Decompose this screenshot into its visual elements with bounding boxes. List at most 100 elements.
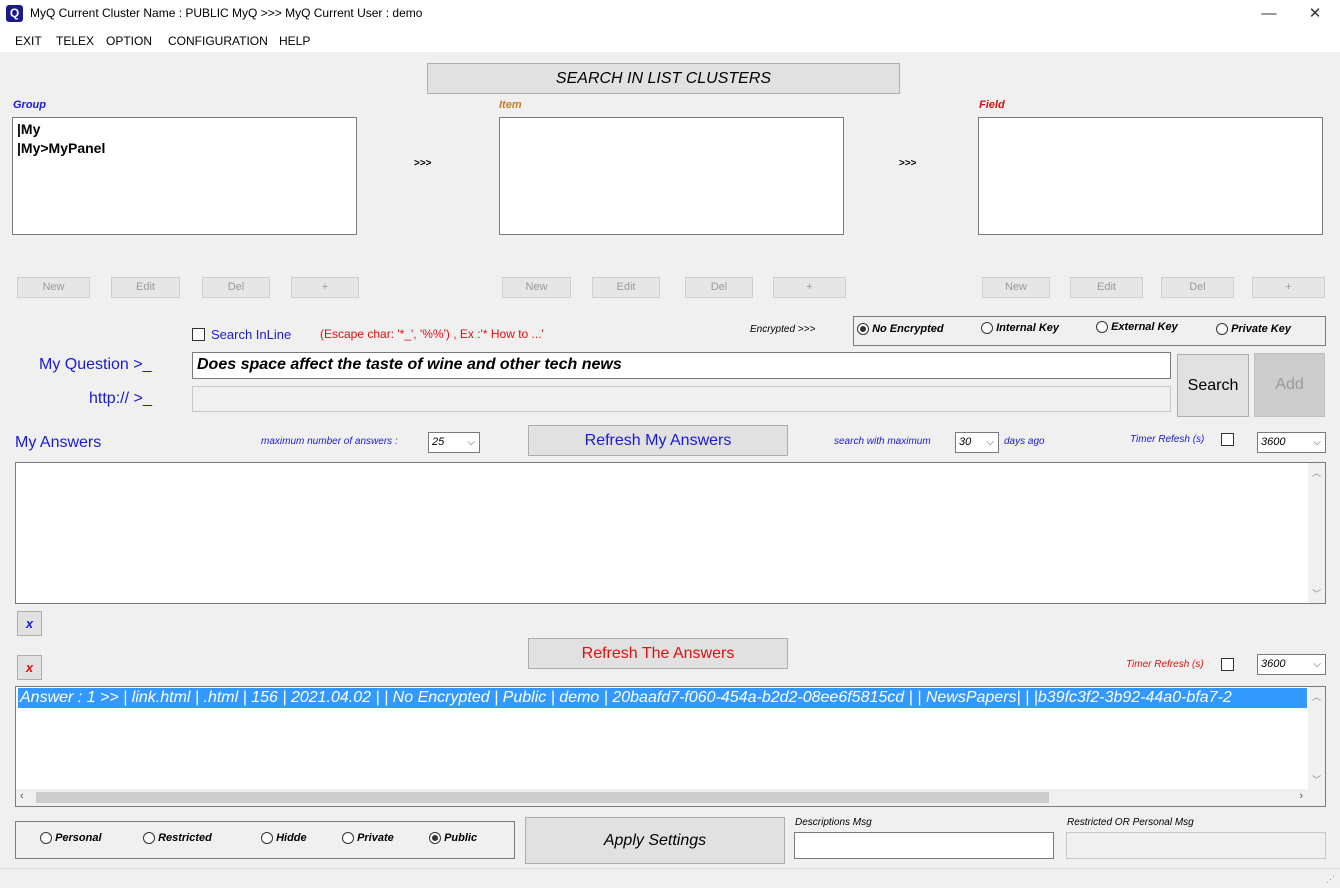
search-max-label: search with maximum xyxy=(834,436,931,447)
radio-icon xyxy=(1096,321,1108,334)
answers-vertical-scrollbar[interactable]: ︿ ﹀ xyxy=(1308,687,1325,789)
list-item[interactable]: |My>MyPanel xyxy=(17,139,352,158)
close-button[interactable]: ✕ xyxy=(1292,0,1338,28)
clear-my-answers-button[interactable]: x xyxy=(17,611,42,636)
chevron-down-icon: ⌵ xyxy=(1313,659,1321,670)
encryption-external-key[interactable]: External Key xyxy=(1096,321,1178,334)
my-answers-textarea[interactable]: ︿ ﹀ xyxy=(15,462,1326,604)
field-new-button[interactable]: New xyxy=(982,277,1050,298)
encryption-private-key[interactable]: Private Key xyxy=(1216,323,1291,336)
descriptions-label: Descriptions Msg xyxy=(795,817,872,828)
add-button[interactable]: Add xyxy=(1254,353,1325,417)
chevron-down-icon: ⌵ xyxy=(1313,437,1321,448)
group-new-button[interactable]: New xyxy=(17,277,90,298)
radio-icon xyxy=(342,832,354,845)
my-answers-label: My Answers xyxy=(15,434,102,451)
app-logo-icon: Q xyxy=(6,5,23,22)
timer-refresh-select[interactable]: 3600 ⌵ xyxy=(1257,432,1326,453)
item-to-field-arrow: >>> xyxy=(899,158,917,169)
search-inline-checkbox[interactable] xyxy=(192,328,205,341)
http-input[interactable] xyxy=(192,386,1171,412)
answers-timer-select[interactable]: 3600 ⌵ xyxy=(1257,654,1326,675)
menu-telex[interactable]: TELEX xyxy=(56,34,94,48)
radio-icon xyxy=(40,832,52,845)
field-label: Field xyxy=(979,99,1005,111)
item-listbox[interactable] xyxy=(499,117,844,235)
scroll-up-icon[interactable]: ︿ xyxy=(1308,466,1325,479)
field-edit-button[interactable]: Edit xyxy=(1070,277,1143,298)
apply-settings-button[interactable]: Apply Settings xyxy=(525,817,785,864)
descriptions-input[interactable] xyxy=(794,832,1054,859)
menu-configuration[interactable]: CONFIGURATION xyxy=(168,34,268,48)
restricted-label: Restricted OR Personal Msg xyxy=(1067,817,1194,828)
radio-icon xyxy=(429,832,441,845)
group-to-item-arrow: >>> xyxy=(414,158,432,169)
scroll-left-icon[interactable]: ‹ xyxy=(20,790,24,802)
visibility-private[interactable]: Private xyxy=(342,832,394,845)
clear-answers-button[interactable]: x xyxy=(17,655,42,680)
menu-help[interactable]: HELP xyxy=(279,34,310,48)
my-answers-scrollbar[interactable]: ︿ ﹀ xyxy=(1308,463,1325,603)
field-del-button[interactable]: Del xyxy=(1161,277,1234,298)
http-label: http:// >_ xyxy=(89,390,152,407)
encryption-internal-key[interactable]: Internal Key xyxy=(981,322,1059,335)
search-clusters-button[interactable]: SEARCH IN LIST CLUSTERS xyxy=(427,63,900,94)
max-answers-select[interactable]: 25 ⌵ xyxy=(428,432,480,453)
group-label: Group xyxy=(13,99,46,111)
visibility-personal[interactable]: Personal xyxy=(40,832,102,845)
visibility-restricted[interactable]: Restricted xyxy=(143,832,212,845)
timer-refresh-checkbox[interactable] xyxy=(1221,433,1234,446)
status-divider xyxy=(0,868,1340,869)
chevron-down-icon: ⌵ xyxy=(986,437,994,448)
timer-refresh-label: Timer Refesh (s) xyxy=(1130,434,1205,445)
answers-timer-checkbox[interactable] xyxy=(1221,658,1234,671)
group-listbox[interactable]: |My |My>MyPanel xyxy=(12,117,357,235)
maximize-button[interactable] xyxy=(1246,0,1292,28)
refresh-the-answers-button[interactable]: Refresh The Answers xyxy=(528,638,788,669)
question-input[interactable]: Does space affect the taste of wine and … xyxy=(192,352,1171,379)
question-label: My Question >_ xyxy=(39,356,152,373)
chevron-down-icon: ⌵ xyxy=(467,437,475,448)
scroll-thumb[interactable] xyxy=(36,792,1049,803)
item-label: Item xyxy=(499,99,522,111)
answer-row[interactable]: Answer : 1 >> | link.html | .html | 156 … xyxy=(18,688,1307,708)
menu-option[interactable]: OPTION xyxy=(106,34,152,48)
search-button[interactable]: Search xyxy=(1177,354,1249,417)
answers-horizontal-scrollbar[interactable]: ‹ › xyxy=(16,789,1325,806)
menu-exit[interactable]: EXIT xyxy=(15,34,42,48)
encryption-no-encrypted[interactable]: No Encrypted xyxy=(857,323,944,336)
search-inline-label: Search InLine xyxy=(211,327,292,342)
days-select[interactable]: 30 ⌵ xyxy=(955,432,999,453)
resize-grip-icon[interactable]: ⋰ xyxy=(1326,874,1335,885)
visibility-public[interactable]: Public xyxy=(429,832,477,845)
scroll-up-icon[interactable]: ︿ xyxy=(1308,690,1325,703)
encrypted-label: Encrypted >>> xyxy=(750,324,816,335)
window-title: MyQ Current Cluster Name : PUBLIC MyQ >>… xyxy=(30,6,423,20)
radio-icon xyxy=(261,832,273,845)
escape-hint: (Escape char: '*_', '%%') , Ex :'* How t… xyxy=(320,327,544,341)
radio-icon xyxy=(857,323,869,336)
visibility-hidde[interactable]: Hidde xyxy=(261,832,307,845)
radio-icon xyxy=(143,832,155,845)
item-del-button[interactable]: Del xyxy=(685,277,753,298)
item-add-button[interactable]: + xyxy=(773,277,846,298)
field-add-button[interactable]: + xyxy=(1252,277,1325,298)
scroll-down-icon[interactable]: ﹀ xyxy=(1308,587,1325,600)
list-item[interactable]: |My xyxy=(17,120,352,139)
refresh-my-answers-button[interactable]: Refresh My Answers xyxy=(528,425,788,456)
radio-icon xyxy=(1216,323,1228,336)
days-ago-label: days ago xyxy=(1004,436,1045,447)
group-add-button[interactable]: + xyxy=(291,277,359,298)
group-del-button[interactable]: Del xyxy=(202,277,270,298)
restricted-input[interactable] xyxy=(1066,832,1326,859)
scroll-right-icon[interactable]: › xyxy=(1299,790,1303,802)
answers-listbox[interactable]: Answer : 1 >> | link.html | .html | 156 … xyxy=(15,686,1326,807)
scroll-down-icon[interactable]: ﹀ xyxy=(1308,773,1325,786)
item-edit-button[interactable]: Edit xyxy=(592,277,660,298)
radio-icon xyxy=(981,322,993,335)
group-edit-button[interactable]: Edit xyxy=(111,277,180,298)
field-listbox[interactable] xyxy=(978,117,1323,235)
answers-timer-label: Timer Refresh (s) xyxy=(1126,659,1204,670)
max-answers-label: maximum number of answers : xyxy=(261,436,398,447)
item-new-button[interactable]: New xyxy=(502,277,571,298)
